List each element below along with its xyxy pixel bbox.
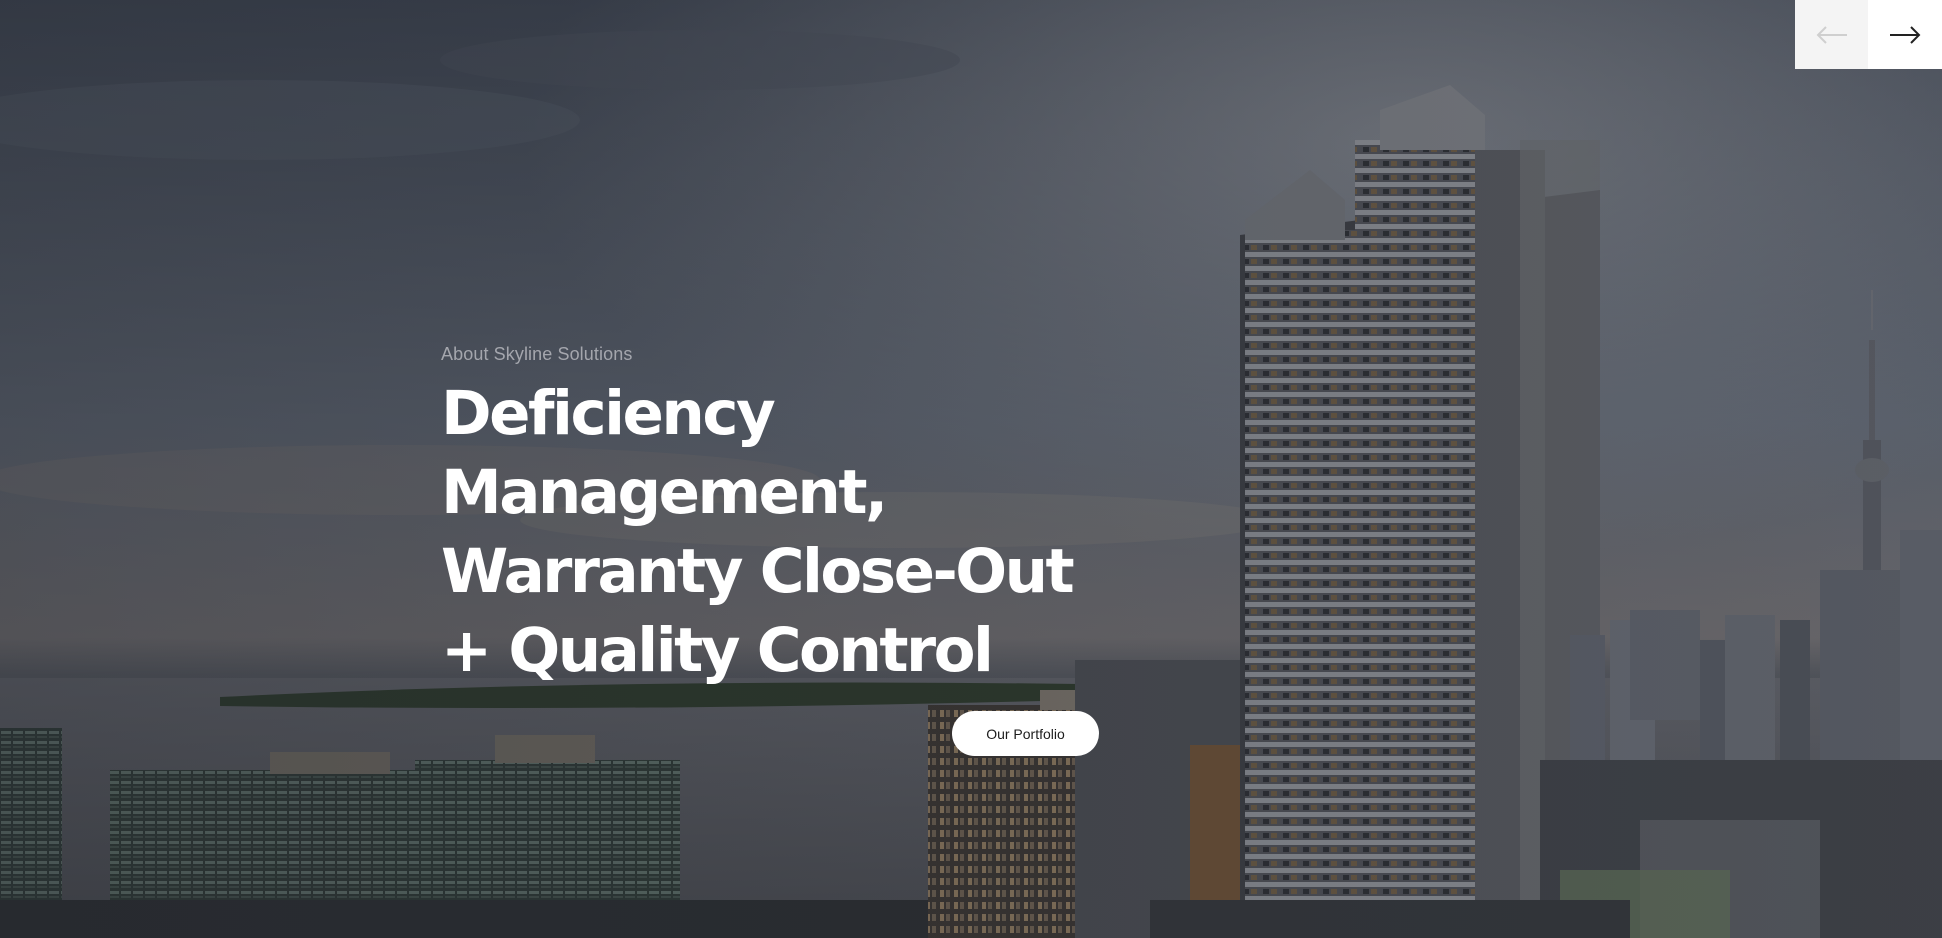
- arrow-right-icon: [1889, 25, 1920, 44]
- hero-eyebrow: About Skyline Solutions: [441, 344, 633, 364]
- previous-slide-button[interactable]: [1795, 0, 1868, 69]
- hero-headline: Deficiency Management, Warranty Close-Ou…: [441, 378, 1075, 686]
- next-slide-button[interactable]: [1868, 0, 1941, 69]
- slider-controls: [1795, 0, 1942, 69]
- hero-section: About Skyline Solutions Deficiency Manag…: [0, 0, 1942, 938]
- our-portfolio-button[interactable]: Our Portfolio: [952, 711, 1099, 756]
- hero-content: About Skyline Solutions Deficiency Manag…: [441, 342, 1141, 690]
- arrow-left-icon: [1816, 25, 1847, 44]
